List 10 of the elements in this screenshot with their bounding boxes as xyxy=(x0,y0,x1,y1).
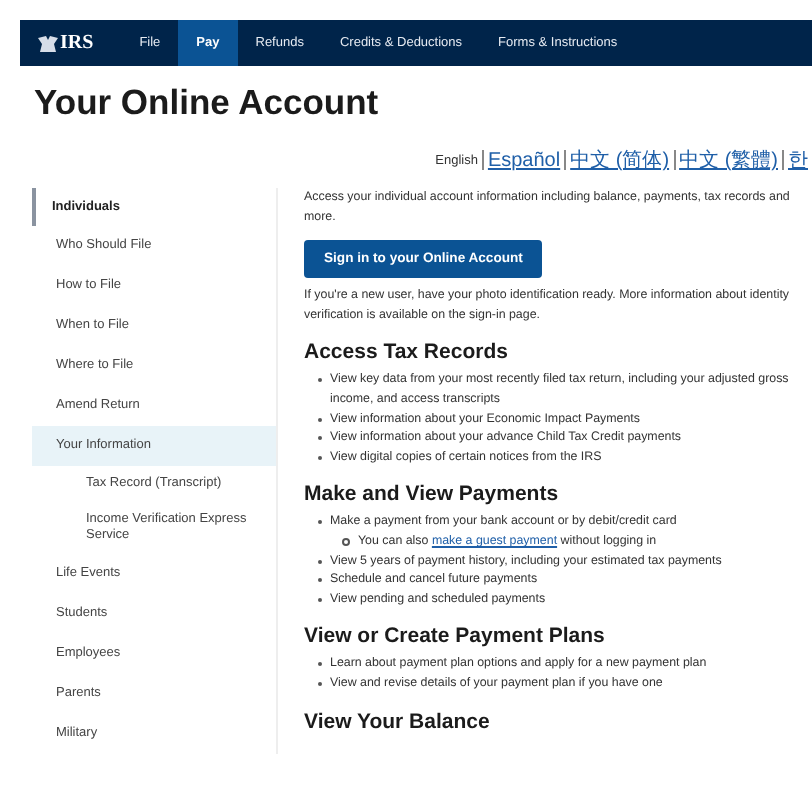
section-heading: View or Create Payment Plans xyxy=(304,624,607,649)
language-link[interactable]: 中文 (简体) xyxy=(570,146,670,174)
page-title: Your Online Account xyxy=(34,82,381,124)
language-link[interactable]: 中文 (繁體) xyxy=(679,146,778,174)
section-heading: Access Tax Records xyxy=(304,340,510,365)
language-link[interactable]: 한 xyxy=(788,146,808,174)
logo[interactable]: IRS xyxy=(20,20,122,66)
language-link[interactable]: Español xyxy=(487,149,561,171)
section-heading: Make and View Payments xyxy=(304,482,561,507)
section-heading: View Your Balance xyxy=(304,709,492,733)
